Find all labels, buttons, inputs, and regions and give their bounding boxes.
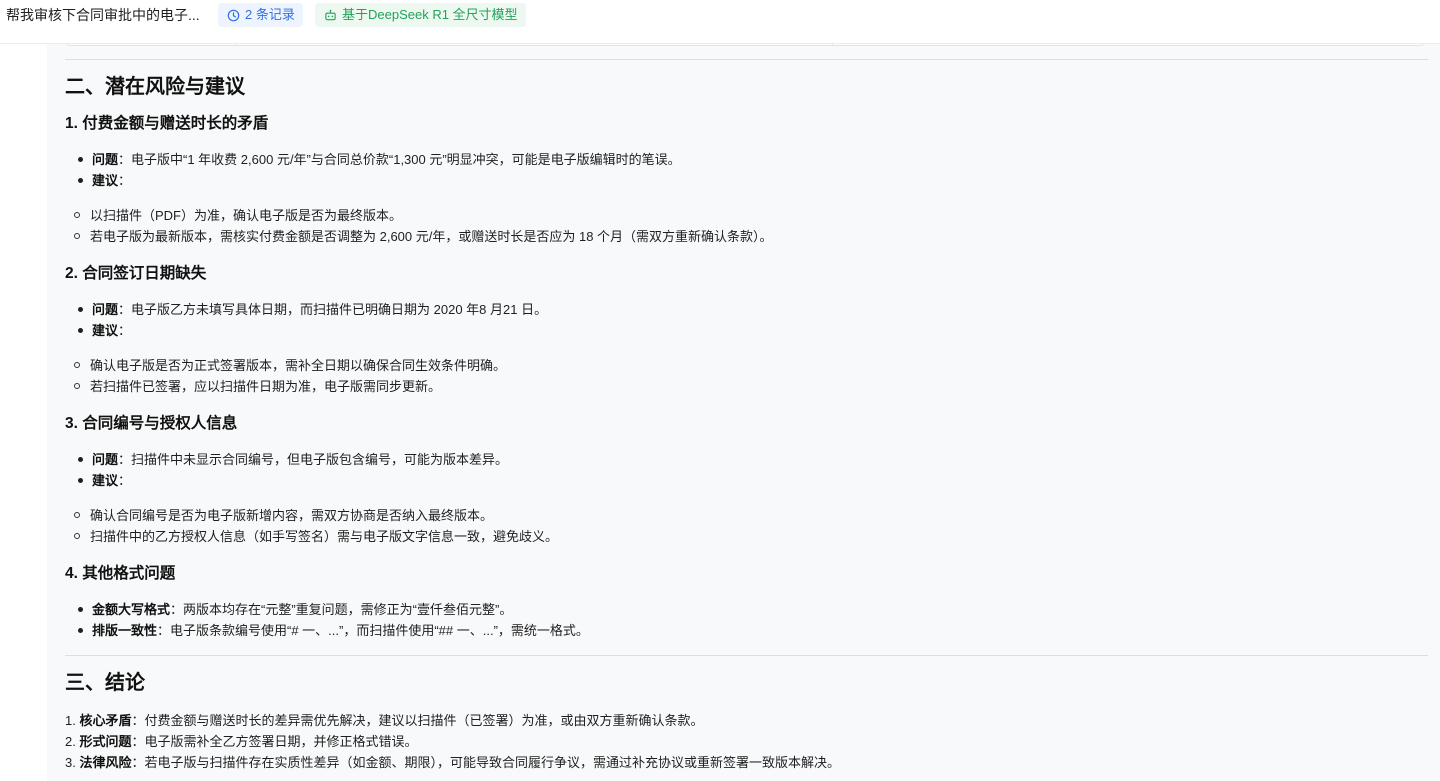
- advice-label: 建议: [92, 323, 119, 338]
- bullet-icon: [78, 307, 83, 312]
- records-chip[interactable]: 2 条记录: [218, 3, 303, 27]
- bullet-icon: [78, 628, 83, 633]
- conclusion-label: 形式问题: [79, 734, 132, 749]
- advice-point: 建议：: [78, 172, 131, 190]
- left-gutter: [0, 44, 47, 781]
- section-divider: [65, 59, 1428, 60]
- model-chip-label: 基于DeepSeek R1 全尺寸模型: [342, 7, 518, 22]
- conclusion-number: 3.: [65, 755, 80, 770]
- advice-colon: ：: [118, 173, 132, 188]
- section-divider: [65, 655, 1428, 656]
- sub-bullet-icon: [74, 212, 80, 218]
- advice-text: 若扫描件已签署，应以扫描件日期为准，电子版需同步更新。: [90, 379, 442, 394]
- advice-subpoint: 确认合同编号是否为电子版新增内容，需双方协商是否纳入最终版本。: [74, 507, 493, 525]
- table-col-divider: [236, 44, 237, 46]
- bullet-icon: [78, 457, 83, 462]
- issue-point: 问题：电子版中“1 年收费 2,600 元/年”与合同总价款“1,300 元”明…: [78, 151, 681, 169]
- format-point-label: 金额大写格式: [92, 602, 171, 617]
- conclusion-text: ：若电子版与扫描件存在实质性差异（如金额、期限），可能导致合同履行争议，需通过补…: [131, 755, 840, 770]
- top-bar: 帮我审核下合同审批中的电子... 2 条记录 基于DeepSeek R1 全尺寸…: [0, 0, 1440, 44]
- sub-bullet-icon: [74, 383, 80, 389]
- advice-label: 建议: [92, 473, 119, 488]
- conclusion-number: 1.: [65, 713, 80, 728]
- issue-point: 问题：电子版乙方未填写具体日期，而扫描件已明确日期为 2020 年8 月21 日…: [78, 301, 547, 319]
- format-point-label: 排版一致性: [92, 623, 158, 638]
- clock-icon: [227, 9, 240, 21]
- bullet-icon: [78, 607, 83, 612]
- table-bottom-edge: [65, 44, 1425, 46]
- advice-text: 若电子版为最新版本，需核实付费金额是否调整为 2,600 元/年，或赠送时长是否…: [90, 229, 773, 244]
- advice-colon: ：: [118, 323, 132, 338]
- advice-text: 确认电子版是否为正式签署版本，需补全日期以确保合同生效条件明确。: [90, 358, 507, 373]
- section-heading-conclusion: 三、结论: [65, 672, 145, 694]
- sub-bullet-icon: [74, 362, 80, 368]
- item-heading: 3. 合同编号与授权人信息: [65, 415, 238, 432]
- advice-point: 建议：: [78, 322, 131, 340]
- conclusion-label: 核心矛盾: [79, 713, 132, 728]
- advice-text: 确认合同编号是否为电子版新增内容，需双方协商是否纳入最终版本。: [90, 508, 494, 523]
- advice-label: 建议: [92, 173, 119, 188]
- advice-subpoint: 若电子版为最新版本，需核实付费金额是否调整为 2,600 元/年，或赠送时长是否…: [74, 228, 773, 246]
- conclusion-point: 1. 核心矛盾：付费金额与赠送时长的差异需优先解决，建议以扫描件（已签署）为准，…: [65, 712, 704, 730]
- bullet-icon: [78, 328, 83, 333]
- conclusion-label: 法律风险: [79, 755, 132, 770]
- format-point-text: ：两版本均存在“元整”重复问题，需修正为“壹仟叁佰元整”。: [170, 602, 513, 617]
- conclusion-text: ：付费金额与赠送时长的差异需优先解决，建议以扫描件（已签署）为准，或由双方重新确…: [131, 713, 704, 728]
- issue-text: ：扫描件中未显示合同编号，但电子版包含编号，可能为版本差异。: [118, 452, 509, 467]
- records-chip-label: 2 条记录: [245, 7, 295, 22]
- bullet-icon: [78, 157, 83, 162]
- advice-subpoint: 扫描件中的乙方授权人信息（如手写签名）需与电子版文字信息一致，避免歧义。: [74, 528, 558, 546]
- answer-content: 二、潜在风险与建议 1. 付费金额与赠送时长的矛盾 问题：电子版中“1 年收费 …: [47, 44, 1440, 781]
- model-chip[interactable]: 基于DeepSeek R1 全尺寸模型: [315, 3, 526, 27]
- advice-subpoint: 确认电子版是否为正式签署版本，需补全日期以确保合同生效条件明确。: [74, 357, 506, 375]
- item-heading: 4. 其他格式问题: [65, 565, 176, 582]
- section-heading-risks: 二、潜在风险与建议: [65, 76, 245, 98]
- issue-label: 问题: [92, 152, 119, 167]
- issue-label: 问题: [92, 452, 119, 467]
- bullet-icon: [78, 478, 83, 483]
- issue-text: ：电子版中“1 年收费 2,600 元/年”与合同总价款“1,300 元”明显冲…: [118, 152, 681, 167]
- advice-subpoint: 以扫描件（PDF）为准，确认电子版是否为最终版本。: [74, 207, 402, 225]
- format-point-text: ：电子版条款编号使用“# 一、...”，而扫描件使用“## 一、...”，需统一…: [157, 623, 589, 638]
- sub-bullet-icon: [74, 512, 80, 518]
- issue-label: 问题: [92, 302, 119, 317]
- advice-subpoint: 若扫描件已签署，应以扫描件日期为准，电子版需同步更新。: [74, 378, 441, 396]
- robot-icon: [325, 9, 336, 20]
- conclusion-point: 3. 法律风险：若电子版与扫描件存在实质性差异（如金额、期限），可能导致合同履行…: [65, 754, 840, 772]
- issue-text: ：电子版乙方未填写具体日期，而扫描件已明确日期为 2020 年8 月21 日。: [118, 302, 548, 317]
- bullet-icon: [78, 178, 83, 183]
- item-heading: 1. 付费金额与赠送时长的矛盾: [65, 115, 269, 132]
- conversation-title[interactable]: 帮我审核下合同审批中的电子...: [6, 6, 200, 24]
- sub-bullet-icon: [74, 533, 80, 539]
- conclusion-point: 2. 形式问题：电子版需补全乙方签署日期，并修正格式错误。: [65, 733, 418, 751]
- issue-point: 问题：扫描件中未显示合同编号，但电子版包含编号，可能为版本差异。: [78, 451, 508, 469]
- conclusion-text: ：电子版需补全乙方签署日期，并修正格式错误。: [131, 734, 418, 749]
- conclusion-number: 2.: [65, 734, 80, 749]
- advice-colon: ：: [118, 473, 132, 488]
- advice-text: 以扫描件（PDF）为准，确认电子版是否为最终版本。: [90, 208, 403, 223]
- table-col-divider: [832, 44, 833, 46]
- format-point: 排版一致性：电子版条款编号使用“# 一、...”，而扫描件使用“## 一、...…: [78, 622, 589, 640]
- advice-point: 建议：: [78, 472, 131, 490]
- item-heading: 2. 合同签订日期缺失: [65, 265, 207, 282]
- sub-bullet-icon: [74, 233, 80, 239]
- format-point: 金额大写格式：两版本均存在“元整”重复问题，需修正为“壹仟叁佰元整”。: [78, 601, 512, 619]
- advice-text: 扫描件中的乙方授权人信息（如手写签名）需与电子版文字信息一致，避免歧义。: [90, 529, 559, 544]
